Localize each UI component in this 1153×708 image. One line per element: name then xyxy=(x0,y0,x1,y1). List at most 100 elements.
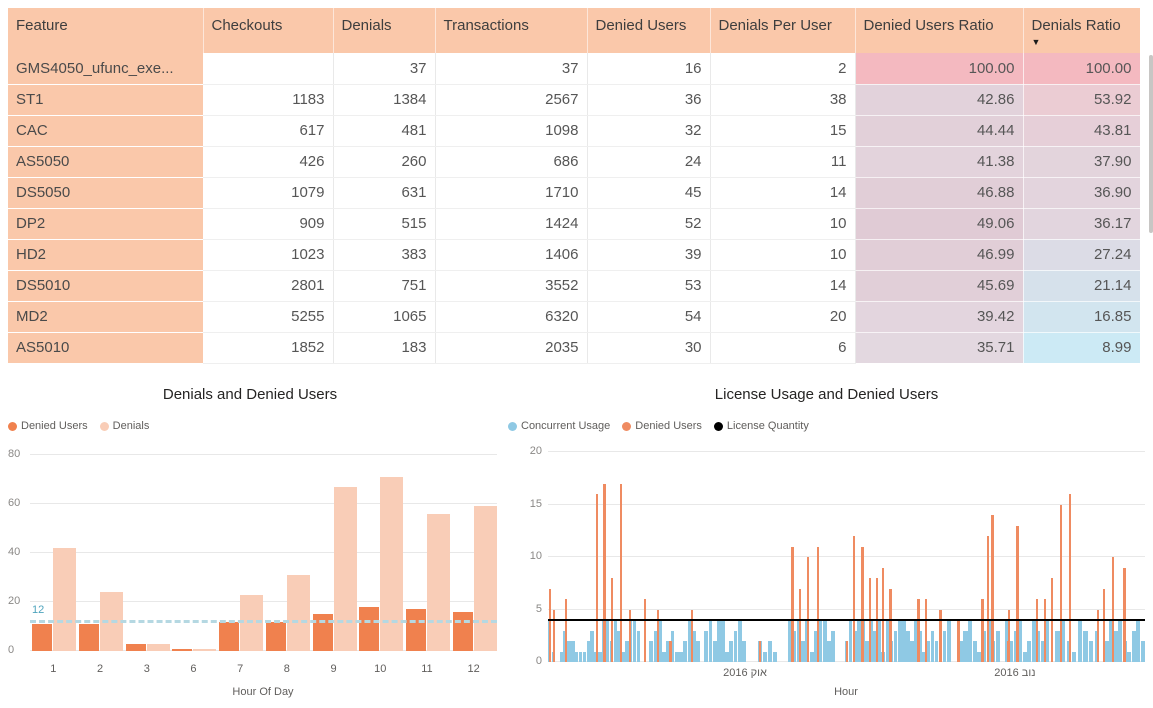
denial-spike[interactable] xyxy=(565,599,568,662)
column-header-transactions[interactable]: Transactions xyxy=(435,8,587,53)
usage-bar[interactable] xyxy=(742,641,746,662)
bar-denials[interactable] xyxy=(147,644,170,651)
usage-bar[interactable] xyxy=(725,652,729,663)
usage-bar[interactable] xyxy=(963,631,967,663)
denial-spike[interactable] xyxy=(925,599,928,662)
denial-spike[interactable] xyxy=(596,494,599,662)
denial-spike[interactable] xyxy=(1036,599,1039,662)
bar-denied-users[interactable] xyxy=(359,607,379,651)
usage-bar[interactable] xyxy=(717,620,721,662)
usage-bar[interactable] xyxy=(1127,652,1131,663)
usage-bar[interactable] xyxy=(696,641,700,662)
legend-item[interactable]: License Quantity xyxy=(714,420,809,432)
denial-spike[interactable] xyxy=(1123,568,1126,663)
usage-bar[interactable] xyxy=(734,631,738,663)
denial-spike[interactable] xyxy=(882,568,885,663)
table-row[interactable]: HD210233831406391046.9927.24 xyxy=(8,239,1140,270)
denial-spike[interactable] xyxy=(853,536,856,662)
denial-spike[interactable] xyxy=(1044,599,1047,662)
bar-denials[interactable] xyxy=(427,514,450,651)
usage-bar[interactable] xyxy=(1078,620,1082,662)
usage-bar[interactable] xyxy=(1027,641,1031,662)
usage-bar[interactable] xyxy=(1089,641,1093,662)
denial-spike[interactable] xyxy=(1016,526,1019,663)
denial-spike[interactable] xyxy=(987,536,990,662)
table-row[interactable]: MD2525510656320542039.4216.85 xyxy=(8,301,1140,332)
table-row[interactable]: DP29095151424521049.0636.17 xyxy=(8,208,1140,239)
denial-spike[interactable] xyxy=(991,515,994,662)
denial-spike[interactable] xyxy=(644,599,647,662)
table-scrollbar[interactable] xyxy=(1149,55,1153,233)
usage-bar[interactable] xyxy=(1083,631,1087,663)
legend-item[interactable]: Concurrent Usage xyxy=(508,420,610,432)
bar-denied-users[interactable] xyxy=(126,644,146,651)
denial-spike[interactable] xyxy=(549,589,552,663)
bar-denied-users[interactable] xyxy=(219,622,239,651)
usage-bar[interactable] xyxy=(968,620,972,662)
denial-spike[interactable] xyxy=(657,610,660,663)
denial-spike[interactable] xyxy=(759,641,762,662)
bar-denied-users[interactable] xyxy=(79,624,99,651)
denial-spike[interactable] xyxy=(817,547,820,663)
bar-denials[interactable] xyxy=(474,506,497,651)
usage-bar[interactable] xyxy=(683,641,687,662)
usage-bar[interactable] xyxy=(1118,620,1122,662)
bar-denied-users[interactable] xyxy=(453,612,473,651)
usage-bar[interactable] xyxy=(1141,641,1145,662)
column-header-denied-users[interactable]: Denied Users xyxy=(587,8,710,53)
column-header-checkouts[interactable]: Checkouts xyxy=(203,8,333,53)
denial-spike[interactable] xyxy=(957,620,960,662)
usage-bar[interactable] xyxy=(768,641,772,662)
table-row[interactable]: DS505010796311710451446.8836.90 xyxy=(8,177,1140,208)
column-header-feature[interactable]: Feature xyxy=(8,8,203,53)
legend-item[interactable]: Denied Users xyxy=(8,420,88,432)
legend-item[interactable]: Denied Users xyxy=(622,420,702,432)
usage-bar[interactable] xyxy=(637,631,640,663)
usage-bar[interactable] xyxy=(709,620,713,662)
usage-bar[interactable] xyxy=(973,641,977,662)
column-header-denials-per-user[interactable]: Denials Per User xyxy=(710,8,855,53)
usage-bar[interactable] xyxy=(1114,631,1118,663)
usage-bar[interactable] xyxy=(773,652,777,663)
usage-bar[interactable] xyxy=(675,652,679,663)
denial-spike[interactable] xyxy=(807,557,810,662)
denial-spike[interactable] xyxy=(799,589,802,663)
denial-spike[interactable] xyxy=(553,610,556,663)
denial-spike[interactable] xyxy=(1112,557,1115,662)
usage-bar[interactable] xyxy=(763,652,767,663)
usage-bar[interactable] xyxy=(679,652,683,663)
denial-spike[interactable] xyxy=(1097,610,1100,663)
denial-spike[interactable] xyxy=(846,641,849,662)
denial-spike[interactable] xyxy=(1103,589,1106,663)
usage-bar[interactable] xyxy=(1023,652,1027,663)
denial-spike[interactable] xyxy=(861,547,864,663)
column-header-denials-ratio[interactable]: Denials Ratio▼ xyxy=(1023,8,1140,53)
denial-spike[interactable] xyxy=(917,599,920,662)
denial-spike[interactable] xyxy=(1008,610,1011,663)
usage-bar[interactable] xyxy=(827,641,831,662)
bar-denied-users[interactable] xyxy=(32,624,52,651)
table-row[interactable]: DS501028017513552531445.6921.14 xyxy=(8,270,1140,301)
table-row[interactable]: AS50101852183203530635.718.99 xyxy=(8,332,1140,363)
denial-spike[interactable] xyxy=(629,610,632,663)
table-row[interactable]: ST1118313842567363842.8653.92 xyxy=(8,84,1140,115)
denial-spike[interactable] xyxy=(1069,494,1072,662)
bar-denials[interactable] xyxy=(334,487,357,651)
denial-spike[interactable] xyxy=(620,484,623,663)
bar-denied-users[interactable] xyxy=(172,649,192,651)
usage-bar[interactable] xyxy=(823,620,827,662)
table-row[interactable]: GMS4050_ufunc_exe...3737162100.00100.00 xyxy=(8,53,1140,84)
usage-bar[interactable] xyxy=(1072,652,1076,663)
table-row[interactable]: AS5050426260686241141.3837.90 xyxy=(8,146,1140,177)
column-header-denials[interactable]: Denials xyxy=(333,8,435,53)
usage-bar[interactable] xyxy=(649,641,653,662)
denial-spike[interactable] xyxy=(1060,505,1063,663)
legend-item[interactable]: Denials xyxy=(100,420,150,432)
denial-spike[interactable] xyxy=(981,599,984,662)
usage-bar[interactable] xyxy=(662,652,666,663)
denial-spike[interactable] xyxy=(669,641,672,662)
denial-spike[interactable] xyxy=(939,610,942,663)
denial-spike[interactable] xyxy=(889,589,892,663)
denial-spike[interactable] xyxy=(691,610,694,663)
usage-bar[interactable] xyxy=(1136,620,1140,662)
